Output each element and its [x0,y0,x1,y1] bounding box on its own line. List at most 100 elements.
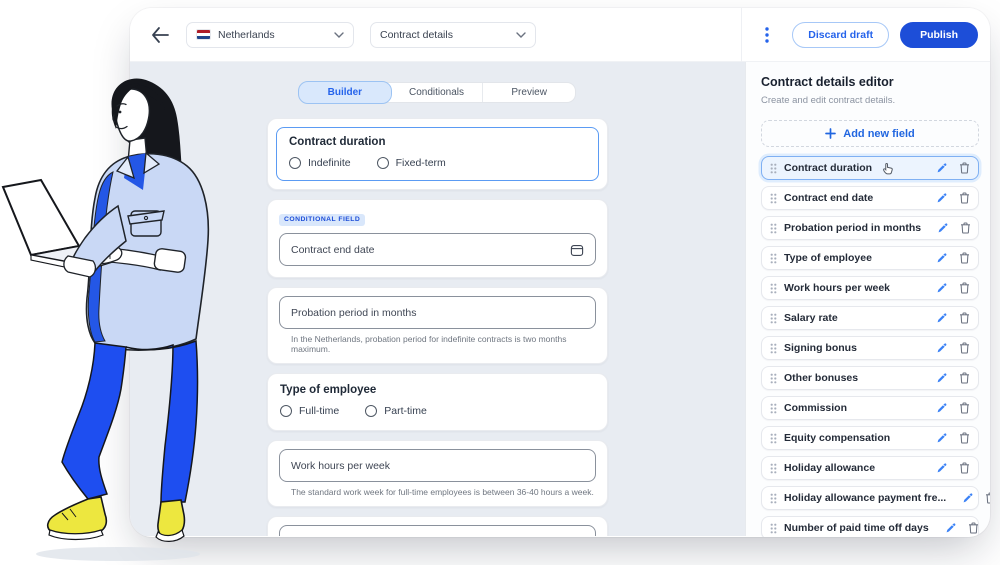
top-bar: Netherlands Contract details Discard dra… [130,8,990,62]
edit-field-button[interactable] [934,430,950,446]
salary-rate-select[interactable]: Salary rate [279,525,596,536]
drag-handle-icon[interactable] [770,523,777,534]
builder-tab-bar: Builder Conditionals Preview [299,82,576,103]
app-window: Netherlands Contract details Discard dra… [130,8,990,537]
kebab-menu-icon [765,27,769,43]
tab-preview[interactable]: Preview [483,83,575,102]
sidebar-field-label: Salary rate [784,312,838,324]
edit-field-button[interactable] [934,280,950,296]
drag-handle-icon[interactable] [770,163,777,174]
edit-field-button[interactable] [934,400,950,416]
work-hours-input[interactable]: Work hours per week [279,449,596,482]
field-label: Contract duration [289,136,586,148]
card-probation-period: Probation period in months In the Nether… [267,287,608,364]
drag-handle-icon[interactable] [770,283,777,294]
delete-field-button[interactable] [957,370,972,386]
edit-field-button[interactable] [934,370,950,386]
tab-conditionals[interactable]: Conditionals [391,83,484,102]
drag-handle-icon[interactable] [770,463,777,474]
radio-circle-icon [365,405,377,417]
drag-handle-icon[interactable] [770,373,777,384]
drag-handle-icon[interactable] [770,313,777,324]
sidebar-field-row[interactable]: Equity compensation [761,426,979,450]
country-select-value: Netherlands [218,29,327,41]
template-select[interactable]: Contract details [370,22,536,48]
contract-end-date-input[interactable]: Contract end date [279,233,596,266]
probation-period-input[interactable]: Probation period in months [279,296,596,329]
back-button[interactable] [146,21,174,49]
delete-field-button[interactable] [957,400,972,416]
delete-field-button[interactable] [957,280,972,296]
input-placeholder: Contract end date [291,244,570,256]
drag-handle-icon[interactable] [770,493,777,504]
radio-indefinite[interactable]: Indefinite [289,157,351,169]
delete-field-button[interactable] [957,250,972,266]
delete-field-button[interactable] [958,220,973,236]
window-body: Builder Conditionals Preview Contract du… [130,62,990,536]
delete-field-button[interactable] [957,160,972,176]
edit-field-button[interactable] [935,220,951,236]
sidebar-field-label: Contract end date [784,192,873,204]
more-options-button[interactable] [756,24,778,46]
sidebar-field-row[interactable]: Work hours per week [761,276,979,300]
sidebar-field-row[interactable]: Signing bonus [761,336,979,360]
calendar-icon[interactable] [570,243,584,257]
sidebar-field-label: Probation period in months [784,222,921,234]
sidebar-field-row[interactable]: Holiday allowance [761,456,979,480]
probation-helper-text: In the Netherlands, probation period for… [291,334,596,354]
edit-field-button[interactable] [934,310,950,326]
work-hours-helper-text: The standard work week for full-time emp… [291,487,596,497]
radio-part-time[interactable]: Part-time [365,405,427,417]
edit-field-button[interactable] [943,520,959,536]
add-new-field-button[interactable]: Add new field [761,120,979,147]
selected-field-outline[interactable]: Contract duration Indefinite Fixed-term [276,127,599,181]
sidebar-field-row[interactable]: Salary rate [761,306,979,330]
screenshot-stage: Netherlands Contract details Discard dra… [0,0,1000,565]
sidebar-field-row[interactable]: Number of paid time off days [761,516,979,537]
delete-field-button[interactable] [957,190,972,206]
delete-field-button[interactable] [983,490,990,506]
edit-field-button[interactable] [934,160,950,176]
delete-field-button[interactable] [957,310,972,326]
radio-full-time[interactable]: Full-time [280,405,339,417]
country-select[interactable]: Netherlands [186,22,354,48]
sidebar-field-row[interactable]: Holiday allowance payment fre... [761,486,979,510]
drag-handle-icon[interactable] [770,403,777,414]
delete-field-button[interactable] [957,430,972,446]
sidebar-field-label: Holiday allowance [784,462,875,474]
delete-field-button[interactable] [957,460,972,476]
card-contract-duration: Contract duration Indefinite Fixed-term [267,118,608,190]
edit-field-button[interactable] [934,340,950,356]
hand-cursor-icon [881,162,894,175]
drag-handle-icon[interactable] [770,433,777,444]
sidebar-field-row[interactable]: Commission [761,396,979,420]
drag-handle-icon[interactable] [770,253,777,264]
card-type-of-employee: Type of employee Full-time Part-time [267,373,608,431]
radio-fixed-term[interactable]: Fixed-term [377,157,446,169]
field-label: Type of employee [280,384,595,396]
sidebar-field-row[interactable]: Contract end date [761,186,979,210]
drag-handle-icon[interactable] [770,343,777,354]
delete-field-button[interactable] [966,520,981,536]
builder-canvas: Builder Conditionals Preview Contract du… [130,62,745,536]
edit-field-button[interactable] [934,250,950,266]
input-placeholder: Work hours per week [291,460,584,472]
delete-field-button[interactable] [957,340,972,356]
sidebar-field-label: Work hours per week [784,282,890,294]
sidebar-field-row[interactable]: Contract duration [761,156,979,180]
arrow-left-icon [150,26,170,44]
sidebar-field-row[interactable]: Other bonuses [761,366,979,390]
sidebar-field-row[interactable]: Type of employee [761,246,979,270]
card-salary-rate: Salary rate [267,516,608,536]
drag-handle-icon[interactable] [770,193,777,204]
chevron-down-icon [334,32,344,38]
edit-field-button[interactable] [960,490,976,506]
sidebar-field-label: Number of paid time off days [784,522,929,534]
publish-button[interactable]: Publish [900,22,978,48]
edit-field-button[interactable] [934,460,950,476]
edit-field-button[interactable] [934,190,950,206]
discard-draft-button[interactable]: Discard draft [792,22,889,48]
tab-builder[interactable]: Builder [299,82,391,103]
drag-handle-icon[interactable] [770,223,777,234]
sidebar-field-row[interactable]: Probation period in months [761,216,979,240]
